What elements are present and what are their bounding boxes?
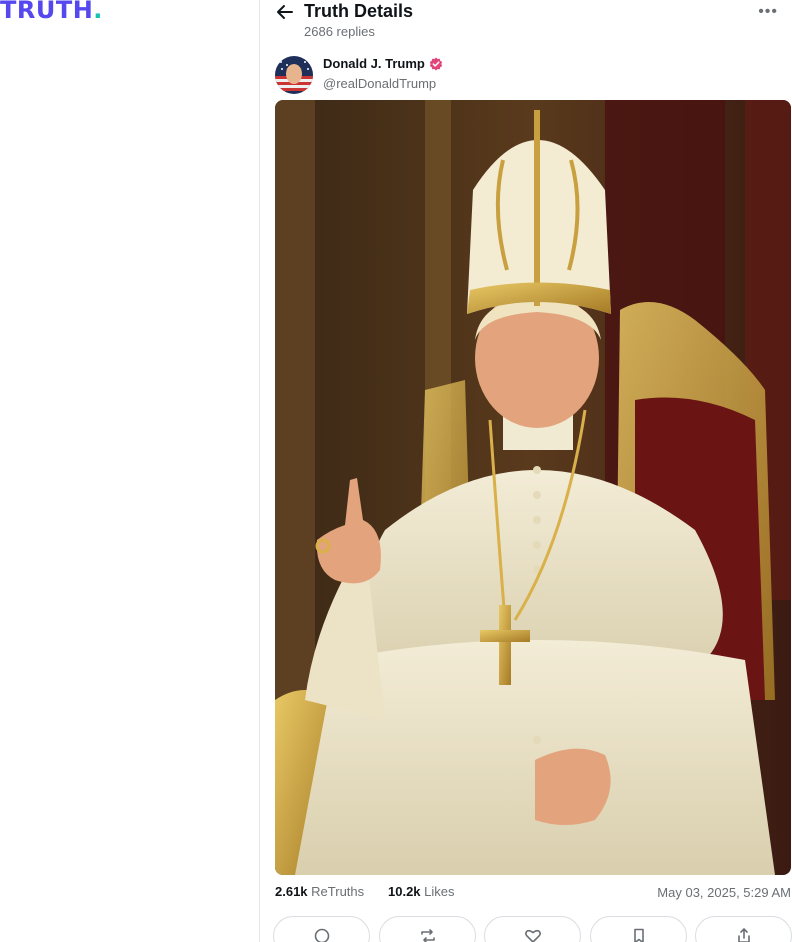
retruths-label: ReTruths xyxy=(311,884,365,899)
author-name-row: Donald J. Trump xyxy=(323,56,443,71)
post-author: Donald J. Trump @realDonaldTrump xyxy=(275,54,775,94)
avatar[interactable] xyxy=(275,56,313,94)
author-name[interactable]: Donald J. Trump xyxy=(323,56,425,71)
author-handle[interactable]: @realDonaldTrump xyxy=(323,76,436,91)
post-illustration xyxy=(275,100,791,875)
likes-label: Likes xyxy=(424,884,455,899)
retruth-button[interactable] xyxy=(379,916,476,942)
bookmark-icon xyxy=(634,928,644,942)
verified-badge-icon xyxy=(429,57,443,70)
likes-stat[interactable]: 10.2k Likes xyxy=(388,884,455,899)
reply-icon xyxy=(314,928,330,942)
post-stats: 2.61k ReTruths 10.2k Likes May 03, 2025,… xyxy=(275,884,792,904)
retruths-stat[interactable]: 2.61k ReTruths xyxy=(275,884,364,899)
page-title: Truth Details xyxy=(304,1,414,21)
likes-count: 10.2k xyxy=(388,884,421,899)
like-button[interactable] xyxy=(484,916,581,942)
logo-dot: . xyxy=(93,0,103,24)
more-options-button[interactable]: ••• xyxy=(758,3,778,21)
post-image[interactable] xyxy=(275,100,791,875)
share-button[interactable] xyxy=(695,916,792,942)
arrow-left-icon xyxy=(277,5,293,19)
post-timestamp: May 03, 2025, 5:29 AM xyxy=(657,885,791,900)
share-icon xyxy=(738,928,750,942)
retruths-count: 2.61k xyxy=(275,884,308,899)
retruth-icon xyxy=(421,929,435,942)
bookmark-button[interactable] xyxy=(590,916,687,942)
avatar-image xyxy=(275,56,313,94)
logo-text: TRUTH xyxy=(0,0,94,24)
page-header: Truth Details 2686 replies ••• xyxy=(275,0,792,44)
heart-icon xyxy=(525,929,541,942)
reply-button[interactable] xyxy=(273,916,370,942)
back-button[interactable] xyxy=(275,2,295,22)
post-actions xyxy=(273,916,792,942)
replies-count: 2686 replies xyxy=(304,24,375,39)
column-divider xyxy=(259,0,260,942)
truth-social-logo[interactable]: TRUTH. xyxy=(0,0,103,24)
